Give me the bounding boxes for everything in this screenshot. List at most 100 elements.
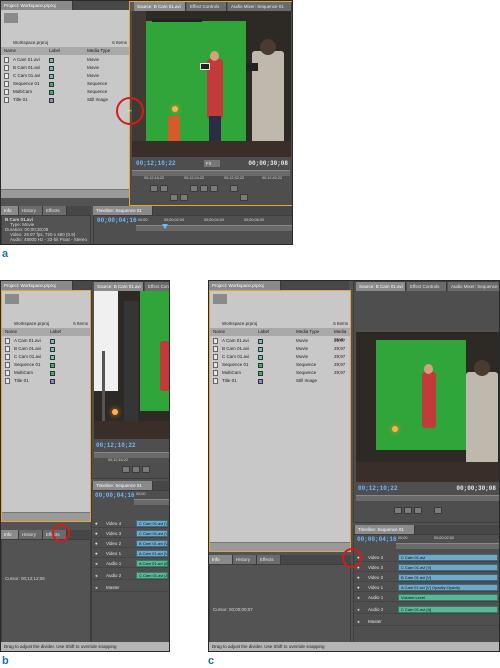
step-forward-button[interactable] (210, 185, 218, 192)
play-button[interactable] (132, 466, 140, 473)
video-clip[interactable]: C Cam 01.avi [V] (136, 530, 168, 537)
project-item[interactable]: A Cam 01.avi (2, 337, 90, 345)
label-swatch[interactable] (50, 370, 55, 376)
step-forward-button[interactable] (414, 507, 422, 514)
step-back-button[interactable] (122, 466, 130, 473)
audio-track[interactable]: Audio 1 ◂ A Cam 01.avi [A] (92, 559, 169, 568)
project-item[interactable]: MultiCam Sequence (1, 88, 129, 96)
speaker-icon[interactable]: ◂ (357, 605, 359, 614)
loop-button[interactable] (230, 185, 238, 192)
label-swatch[interactable] (49, 97, 54, 103)
timeline-ruler[interactable] (136, 225, 292, 231)
label-swatch[interactable] (50, 338, 55, 344)
loop-button[interactable] (434, 507, 442, 514)
eye-icon[interactable]: ● (357, 573, 360, 582)
video-track[interactable]: Video 4 ● C Cam 01.avi [V] (92, 519, 169, 528)
project-item[interactable]: Sequence 01 (2, 361, 90, 369)
tab-timeline[interactable]: Timeline: Sequence 01 (93, 206, 153, 215)
project-item[interactable]: C Cam 01.avi Movie 29;97 (210, 353, 350, 361)
label-swatch[interactable] (258, 354, 263, 360)
project-item[interactable]: C Cam 01.avi Movie (1, 72, 129, 80)
audio-track[interactable]: Master ◂ (354, 617, 499, 626)
video-clip[interactable]: C Cam 01.avi (398, 554, 498, 561)
insert-button[interactable] (170, 194, 178, 201)
video-clip[interactable]: B Cam 01.avi [V] (136, 540, 168, 547)
speaker-icon[interactable]: ◂ (95, 559, 97, 568)
tab-history[interactable]: History (19, 206, 43, 215)
video-track[interactable]: Video 1 ● A Cam 01.avi [V] Opacity:Opacity (354, 583, 499, 592)
audio-clip[interactable]: A Cam 01.avi [A] (136, 560, 168, 567)
video-track[interactable]: Video 3 ● C Cam 01.avi [V] (354, 563, 499, 572)
project-item[interactable]: A Cam 01.avi Movie (1, 56, 129, 64)
project-item[interactable]: Sequence 01 Sequence (1, 80, 129, 88)
label-swatch[interactable] (50, 346, 55, 352)
project-item[interactable]: B Cam 01.avi (2, 345, 90, 353)
playhead-icon[interactable] (162, 224, 168, 229)
timeline-timecode[interactable]: 00;00;04;16 (97, 217, 137, 224)
video-track[interactable]: Video 1 ● A Cam 01.avi [V] (92, 549, 169, 558)
column-name[interactable]: Name (4, 47, 16, 55)
overlay-button[interactable] (180, 194, 188, 201)
eye-icon[interactable]: ● (95, 539, 98, 548)
step-back-button[interactable] (394, 507, 402, 514)
video-clip[interactable]: A Cam 01.avi [V] Opacity:Opacity (398, 584, 498, 591)
label-swatch[interactable] (258, 378, 263, 384)
step-forward-button[interactable] (142, 466, 150, 473)
step-back-button[interactable] (190, 185, 198, 192)
video-clip[interactable]: B Cam 01.avi [V] (398, 574, 498, 581)
column-media-type[interactable]: Media Type (87, 47, 110, 55)
fit-dropdown[interactable]: Fit (204, 160, 220, 167)
project-item[interactable]: Title 01 Still Image (210, 377, 350, 385)
speaker-icon[interactable]: ◂ (357, 593, 359, 602)
mark-out-button[interactable] (160, 185, 168, 192)
video-clip[interactable]: C Cam 01.avi [V] (136, 520, 168, 527)
play-button[interactable] (200, 185, 208, 192)
audio-track[interactable]: Audio 2 ◂ C Cam 01.avi [A] (354, 605, 499, 614)
video-clip[interactable]: A Cam 01.avi [V] (136, 550, 168, 557)
source-timecode-in[interactable]: 00;12;10;22 (136, 160, 176, 167)
tab-project[interactable]: Project: Workspace.prproj (1, 281, 73, 290)
video-clip[interactable]: C Cam 01.avi [V] (398, 564, 498, 571)
audio-track[interactable]: Master ◂ (92, 583, 169, 592)
label-swatch[interactable] (258, 346, 263, 352)
project-item[interactable]: B Cam 01.avi Movie (1, 64, 129, 72)
video-track[interactable]: Video 2 ● B Cam 01.avi [V] (354, 573, 499, 582)
project-item[interactable]: B Cam 01.avi Movie 29;97 (210, 345, 350, 353)
speaker-icon[interactable]: ◂ (95, 583, 97, 592)
tab-effect-controls[interactable]: Effect Controls (187, 2, 227, 11)
column-label[interactable]: Label (49, 47, 60, 55)
tab-project[interactable]: Project: Workspace.prproj (1, 1, 73, 10)
video-track[interactable]: Video 2 ● B Cam 01.avi [V] (92, 539, 169, 548)
tab-info[interactable]: Info (1, 206, 19, 215)
project-item[interactable]: C Cam 01.avi (2, 353, 90, 361)
audio-track[interactable]: Audio 1 ◂ Volume:Level (354, 593, 499, 602)
tab-effects[interactable]: Effects (43, 206, 67, 215)
eye-icon[interactable]: ● (357, 583, 360, 592)
mark-in-button[interactable] (150, 185, 158, 192)
project-item[interactable]: Sequence 01 Sequence 29;97 (210, 361, 350, 369)
eye-icon[interactable]: ● (95, 529, 98, 538)
eye-icon[interactable]: ● (95, 549, 98, 558)
project-item[interactable]: MultiCam Sequence 29;97 (210, 369, 350, 377)
tab-audio-mixer[interactable]: Audio Mixer: Sequence 01 (228, 2, 292, 11)
play-button[interactable] (404, 507, 412, 514)
tab-source[interactable]: Source: B Cam 01.avi (134, 2, 186, 11)
project-item[interactable]: Title 01 Still Image (1, 96, 129, 104)
label-swatch[interactable] (50, 354, 55, 360)
label-swatch[interactable] (258, 338, 263, 344)
audio-track[interactable]: Audio 2 ◂ C Cam 01.avi [A] (92, 571, 169, 580)
label-swatch[interactable] (49, 65, 54, 71)
speaker-icon[interactable]: ◂ (95, 571, 97, 580)
project-item[interactable]: MultiCam (2, 369, 90, 377)
project-item[interactable]: A Cam 01.avi Movie 29;97 (210, 337, 350, 345)
audio-clip[interactable]: C Cam 01.avi [A] (398, 606, 498, 613)
label-swatch[interactable] (50, 378, 55, 384)
label-swatch[interactable] (49, 57, 54, 63)
label-swatch[interactable] (50, 362, 55, 368)
project-item[interactable]: Title 01 (2, 377, 90, 385)
video-track[interactable]: Video 4 ● C Cam 01.avi (354, 553, 499, 562)
export-frame-button[interactable] (240, 194, 248, 201)
label-swatch[interactable] (258, 370, 263, 376)
video-track[interactable]: Video 3 ● C Cam 01.avi [V] (92, 529, 169, 538)
label-swatch[interactable] (49, 73, 54, 79)
